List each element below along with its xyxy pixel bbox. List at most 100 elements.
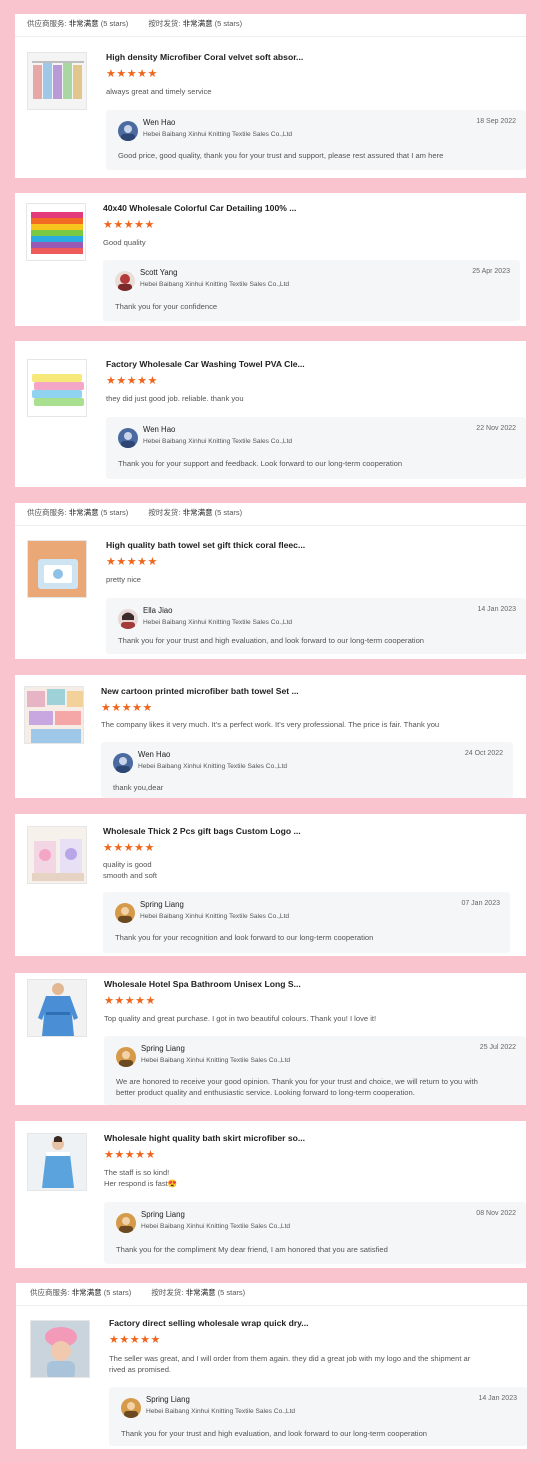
avatar (118, 609, 138, 629)
product-thumbnail[interactable] (27, 359, 87, 417)
review-text: The staff is so kind! (104, 1168, 170, 1177)
supplier-reply: Wen Hao Hebei Baibang Xinhui Knitting Te… (106, 110, 526, 170)
reply-company: Hebei Baibang Xinhui Knitting Textile Sa… (143, 438, 293, 445)
review-text: The company likes it very much. It's a p… (101, 720, 440, 729)
divider (16, 1305, 527, 1306)
supplier-reply: Scott Yang Hebei Baibang Xinhui Knitting… (103, 260, 520, 321)
product-title-link[interactable]: Factory direct selling wholesale wrap qu… (109, 1318, 308, 1328)
review-text-line-2: Her respond is fast😍 (104, 1179, 178, 1188)
review-text-line-2: smooth and soft (103, 871, 158, 880)
reply-author: Wen Hao (143, 118, 176, 127)
divider (15, 36, 526, 37)
reply-author: Scott Yang (140, 268, 178, 277)
reply-date: 18 Sep 2022 (476, 118, 516, 125)
reply-company: Hebei Baibang Xinhui Knitting Textile Sa… (146, 1408, 296, 1415)
service-rating-bar: 供应商服务: 非常满意 (5 stars) 按时发货: 非常满意 (5 star… (27, 508, 243, 517)
reply-company: Hebei Baibang Xinhui Knitting Textile Sa… (138, 763, 288, 770)
bath-towel-gift-set-image (28, 541, 86, 597)
avatar (115, 903, 135, 923)
reply-company: Hebei Baibang Xinhui Knitting Textile Sa… (141, 1223, 291, 1230)
reply-company: Hebei Baibang Xinhui Knitting Textile Sa… (143, 619, 293, 626)
reply-text: Thank you for your support and feedback.… (118, 459, 403, 468)
review-card: Wholesale Hotel Spa Bathroom Unisex Long… (15, 973, 526, 1105)
reply-author: Spring Liang (140, 900, 184, 909)
rating-stars: ★★★★★ (104, 995, 156, 1007)
rating-stars: ★★★★★ (106, 375, 158, 387)
reply-author: Ella Jiao (143, 606, 173, 615)
reply-company: Hebei Baibang Xinhui Knitting Textile Sa… (140, 281, 290, 288)
reply-date: 25 Jul 2022 (479, 1044, 516, 1051)
supplier-reply: Spring Liang Hebei Baibang Xinhui Knitti… (103, 892, 510, 953)
product-title-link[interactable]: High quality bath towel set gift thick c… (106, 540, 305, 550)
reply-date: 14 Jan 2023 (478, 1395, 517, 1402)
rating-stars: ★★★★★ (106, 68, 158, 80)
reply-date: 08 Nov 2022 (476, 1210, 516, 1217)
review-text-line-2: rived as promised. (109, 1365, 172, 1374)
avatar (116, 1047, 136, 1067)
product-title-link[interactable]: 40x40 Wholesale Colorful Car Detailing 1… (103, 203, 296, 213)
review-text: they did just good job. reliable. thank … (106, 394, 244, 403)
product-title-link[interactable]: Wholesale Hotel Spa Bathroom Unisex Long… (104, 979, 301, 989)
product-thumbnail[interactable] (27, 826, 87, 884)
reply-company: Hebei Baibang Xinhui Knitting Textile Sa… (143, 131, 293, 138)
product-title-link[interactable]: Factory Wholesale Car Washing Towel PVA … (106, 359, 305, 369)
product-title-link[interactable]: Wholesale hight quality bath skirt micro… (104, 1133, 305, 1143)
review-text: pretty nice (106, 575, 142, 584)
product-title-link[interactable]: High density Microfiber Coral velvet sof… (106, 52, 303, 62)
reply-text: Thank you for your trust and high evalua… (118, 636, 425, 645)
reply-author: Spring Liang (141, 1210, 185, 1219)
review-text: Top quality and great purchase. I got in… (104, 1014, 377, 1023)
hanging-towels-image (28, 53, 86, 109)
reply-text: Thank you for your confidence (115, 302, 218, 311)
product-thumbnail[interactable] (27, 540, 87, 598)
product-thumbnail[interactable] (27, 52, 87, 110)
pva-towel-image (28, 360, 86, 416)
reply-text: We are honored to receive your good opin… (116, 1077, 478, 1086)
rating-stars: ★★★★★ (109, 1334, 161, 1346)
supplier-reply: Spring Liang Hebei Baibang Xinhui Knitti… (104, 1202, 526, 1264)
reply-text: Thank you for your trust and high evalua… (121, 1429, 428, 1438)
supplier-reply: Spring Liang Hebei Baibang Xinhui Knitti… (109, 1387, 527, 1446)
rating-stars: ★★★★★ (103, 842, 155, 854)
review-card: Wholesale Thick 2 Pcs gift bags Custom L… (15, 814, 526, 956)
avatar (116, 1213, 136, 1233)
reply-date: 07 Jan 2023 (461, 900, 500, 907)
reply-company: Hebei Baibang Xinhui Knitting Textile Sa… (140, 913, 290, 920)
bath-skirt-image (28, 1134, 86, 1190)
service-rating-bar: 供应商服务: 非常满意 (5 stars) 按时发货: 非常满意 (5 star… (30, 1288, 246, 1297)
review-text: The seller was great, and I will order f… (109, 1354, 471, 1363)
review-text: quality is good (103, 860, 152, 869)
reply-date: 22 Nov 2022 (476, 425, 516, 432)
product-title-link[interactable]: New cartoon printed microfiber bath towe… (101, 686, 299, 696)
reply-date: 14 Jan 2023 (477, 606, 516, 613)
reply-author: Wen Hao (143, 425, 176, 434)
colorful-towel-stack-image (27, 204, 85, 260)
product-thumbnail[interactable] (26, 203, 86, 261)
reply-author: Wen Hao (138, 750, 171, 759)
divider (15, 525, 526, 526)
avatar (118, 121, 138, 141)
product-thumbnail[interactable] (30, 1320, 90, 1378)
product-thumbnail[interactable] (27, 1133, 87, 1191)
supplier-reply: Wen Hao Hebei Baibang Xinhui Knitting Te… (106, 417, 526, 479)
reply-text: Thank you for your recognition and look … (115, 933, 374, 942)
reply-text: Good price, good quality, thank you for … (118, 151, 444, 160)
review-card: Wholesale hight quality bath skirt micro… (15, 1121, 526, 1268)
product-title-link[interactable]: Wholesale Thick 2 Pcs gift bags Custom L… (103, 826, 301, 836)
product-thumbnail[interactable] (27, 979, 87, 1037)
review-card: New cartoon printed microfiber bath towe… (15, 675, 526, 798)
bathrobe-image (28, 980, 86, 1036)
product-thumbnail[interactable] (24, 686, 84, 744)
review-card: 40x40 Wholesale Colorful Car Detailing 1… (15, 193, 526, 326)
reply-text: thank you,dear (113, 783, 164, 792)
supplier-reply: Wen Hao Hebei Baibang Xinhui Knitting Te… (101, 742, 513, 798)
review-card: 供应商服务: 非常满意 (5 stars) 按时发货: 非常满意 (5 star… (15, 14, 526, 178)
reply-text: Thank you for the compliment My dear fri… (116, 1245, 388, 1254)
reply-company: Hebei Baibang Xinhui Knitting Textile Sa… (141, 1057, 291, 1064)
avatar (113, 753, 133, 773)
avatar (118, 428, 138, 448)
reply-date: 24 Oct 2022 (464, 750, 503, 757)
gift-bags-image (28, 827, 86, 883)
hair-wrap-towel-image (31, 1321, 89, 1377)
rating-stars: ★★★★★ (106, 556, 158, 568)
